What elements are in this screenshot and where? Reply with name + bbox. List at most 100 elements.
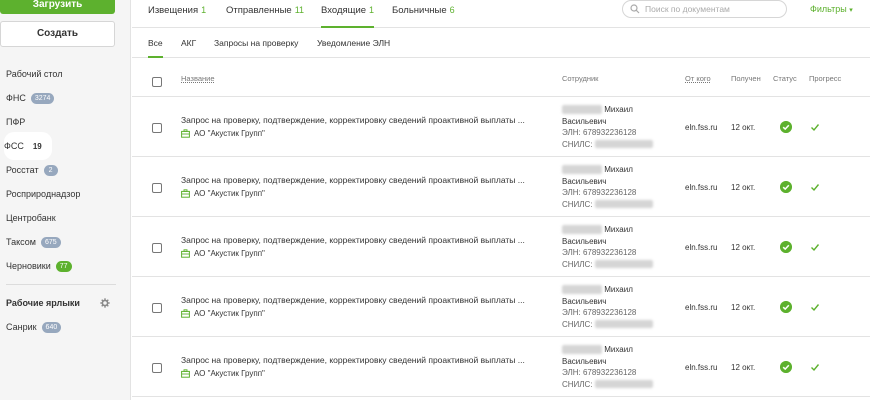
tab-sent[interactable]: Отправленные 11 [226, 0, 304, 28]
gear-icon[interactable] [100, 298, 110, 308]
briefcase-icon [181, 249, 190, 258]
tab-label: Отправленные [226, 5, 292, 16]
sub-tabs-bar: Все АКГ Запросы на проверку Уведомление … [132, 28, 870, 58]
briefcase-icon [181, 309, 190, 318]
sidebar-nav: Рабочий стол ФНС 3274 ПФР ФСС 19 Росстат… [0, 62, 131, 339]
search-input[interactable]: Поиск по документам [622, 0, 787, 18]
document-title[interactable]: Запрос на проверку, подтверждение, корре… [181, 115, 525, 125]
employee-snils: СНИЛС: [562, 259, 593, 269]
table-row[interactable]: Запрос на проверку, подтверждение, корре… [132, 97, 870, 157]
tab-notices[interactable]: Извещения 1 [148, 0, 206, 28]
table-row[interactable]: Запрос на проверку, подтверждение, корре… [132, 217, 870, 277]
received-date: 12 окт. [731, 363, 756, 372]
subtab-eln-notice[interactable]: Уведомление ЭЛН [317, 28, 390, 58]
employee-info: Михаил Васильевич ЭЛН: 678932236128 СНИЛ… [562, 224, 653, 270]
employee-patronymic: Васильевич [562, 356, 607, 366]
organization-name: АО "Акустик Групп" [194, 309, 265, 318]
create-button[interactable]: Создать [0, 21, 115, 47]
document-title[interactable]: Запрос на проверку, подтверждение, корре… [181, 355, 525, 365]
tab-count: 1 [369, 5, 375, 15]
checkmark-icon [811, 304, 820, 312]
sidebar-item-label: Центробанк [6, 213, 56, 223]
count-badge: 640 [41, 321, 62, 333]
sidebar-item-rosstat[interactable]: Росстат 2 [0, 158, 131, 182]
employee-snils: СНИЛС: [562, 319, 593, 329]
employee-name: Михаил [604, 345, 633, 354]
sender: eln.fss.ru [685, 123, 718, 132]
sidebar-item-fns[interactable]: ФНС 3274 [0, 86, 131, 110]
organization: АО "Акустик Групп" [181, 309, 265, 318]
briefcase-icon [181, 189, 190, 198]
tab-incoming[interactable]: Входящие 1 [321, 0, 375, 28]
row-checkbox[interactable] [152, 183, 162, 193]
sidebar-item-taxcom[interactable]: Таксом 675 [0, 230, 131, 254]
sidebar-divider [6, 284, 116, 285]
received-date: 12 окт. [731, 303, 756, 312]
document-title[interactable]: Запрос на проверку, подтверждение, корре… [181, 235, 525, 245]
column-name[interactable]: Название [181, 74, 215, 83]
table-row[interactable]: Запрос на проверку, подтверждение, корре… [132, 337, 870, 397]
count-badge: 3274 [30, 92, 55, 104]
document-title[interactable]: Запрос на проверку, подтверждение, корре… [181, 295, 525, 305]
row-checkbox[interactable] [152, 363, 162, 373]
sidebar-item-drafts[interactable]: Черновики 77 [0, 254, 131, 278]
tab-count: 1 [201, 5, 207, 15]
search-icon [630, 4, 640, 14]
sender: eln.fss.ru [685, 183, 718, 192]
redacted-surname [562, 285, 602, 295]
filters-label: Фильтры [810, 4, 847, 14]
checkmark-icon [811, 364, 820, 372]
table-row[interactable]: Запрос на проверку, подтверждение, корре… [132, 277, 870, 337]
check-circle-icon [780, 301, 792, 313]
sidebar-item-fss[interactable]: ФСС 19 [0, 132, 131, 160]
employee-eln: ЭЛН: 678932236128 [562, 188, 637, 197]
sidebar-item-rosprirodnadzor[interactable]: Росприроднадзор [0, 182, 131, 206]
sidebar-item-label: Черновики [6, 261, 51, 271]
filters-dropdown[interactable]: Фильтры ▾ [810, 4, 853, 14]
table-header: Название Сотрудник От кого Получен Стату… [132, 59, 870, 97]
sender: eln.fss.ru [685, 243, 718, 252]
subtab-check-requests[interactable]: Запросы на проверку [214, 28, 298, 58]
search-placeholder: Поиск по документам [645, 4, 730, 14]
column-received: Получен [731, 74, 761, 83]
tab-label: Входящие [321, 5, 367, 16]
tab-label: Больничные [392, 5, 447, 16]
sidebar-label-sanrik[interactable]: Санрик 640 [0, 315, 131, 339]
sidebar-item-desktop[interactable]: Рабочий стол [0, 62, 131, 86]
received-date: 12 окт. [731, 123, 756, 132]
sidebar-item-centrobank[interactable]: Центробанк [0, 206, 131, 230]
column-from[interactable]: От кого [685, 74, 711, 83]
row-checkbox[interactable] [152, 123, 162, 133]
tab-sick-leaves[interactable]: Больничные 6 [392, 0, 455, 28]
document-title[interactable]: Запрос на проверку, подтверждение, корре… [181, 175, 525, 185]
employee-patronymic: Васильевич [562, 236, 607, 246]
employee-eln: ЭЛН: 678932236128 [562, 308, 637, 317]
select-all-checkbox[interactable] [152, 77, 162, 87]
employee-info: Михаил Васильевич ЭЛН: 678932236128 СНИЛ… [562, 164, 653, 210]
row-checkbox[interactable] [152, 303, 162, 313]
sidebar-item-label: ФНС [6, 93, 26, 103]
redacted-surname [562, 345, 602, 355]
sender: eln.fss.ru [685, 303, 718, 312]
checkmark-icon [811, 124, 820, 132]
redacted-surname [562, 165, 602, 175]
employee-patronymic: Васильевич [562, 176, 607, 186]
employee-name: Михаил [604, 285, 633, 294]
subtab-akg[interactable]: АКГ [181, 28, 196, 58]
sidebar-item-pfr[interactable]: ПФР [0, 110, 131, 134]
employee-eln: ЭЛН: 678932236128 [562, 128, 637, 137]
organization-name: АО "Акустик Групп" [194, 129, 265, 138]
sidebar-item-label: Росстат [6, 165, 39, 175]
upload-button[interactable]: Загрузить [0, 0, 115, 14]
row-checkbox[interactable] [152, 243, 162, 253]
subtab-all[interactable]: Все [148, 28, 163, 58]
employee-info: Михаил Васильевич ЭЛН: 678932236128 СНИЛ… [562, 104, 653, 150]
column-employee: Сотрудник [562, 74, 599, 83]
sidebar-item-label: ПФР [6, 117, 26, 127]
table-row[interactable]: Запрос на проверку, подтверждение, корре… [132, 157, 870, 217]
check-circle-icon [780, 241, 792, 253]
check-circle-icon [780, 121, 792, 133]
app-window: Загрузить Создать Рабочий стол ФНС 3274 … [0, 0, 870, 400]
organization-name: АО "Акустик Групп" [194, 369, 265, 378]
labels-heading: Рабочие ярлыки [0, 291, 131, 315]
